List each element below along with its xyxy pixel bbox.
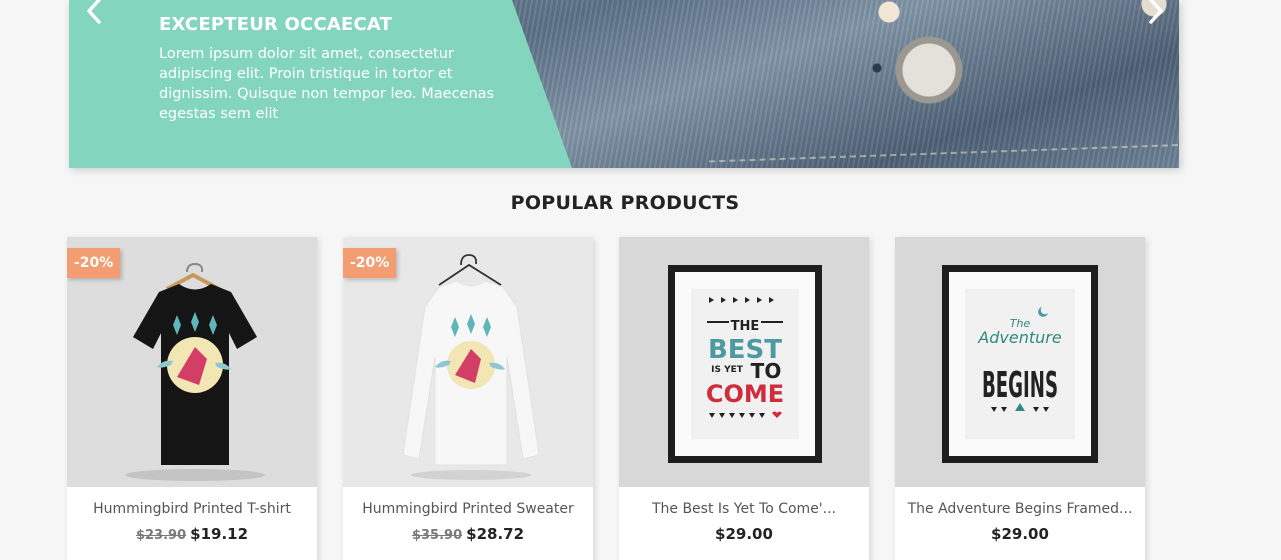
section-title: POPULAR PRODUCTS xyxy=(510,192,740,214)
poster-text-come: COME xyxy=(706,380,784,408)
product-image-black-tshirt[interactable]: -20% xyxy=(67,237,317,487)
regular-price: $23.90 xyxy=(135,528,187,543)
poster-text-the: THE xyxy=(731,319,760,334)
product-price: $29.00 xyxy=(715,525,773,543)
hero-text: Lorem ipsum dolor sit amet, consectetur … xyxy=(159,46,495,122)
product-price-row: $29.00 xyxy=(619,525,869,543)
product-image-white-sweater[interactable]: -20% xyxy=(343,237,593,487)
product-card[interactable]: THE BEST IS YET TO COME The Best Is Yet … xyxy=(619,237,869,560)
product-price-row: $29.00 xyxy=(895,525,1145,543)
product-info: Hummingbird Printed T-shirt $23.90 $19.12 xyxy=(67,487,317,560)
product-price: $28.72 xyxy=(466,525,525,543)
product-price-row: $23.90 $19.12 xyxy=(67,525,317,543)
slider-next-arrow-icon[interactable] xyxy=(1143,0,1169,26)
discount-badge: -20% xyxy=(67,248,121,278)
product-image-framed-poster[interactable]: THE BEST IS YET TO COME xyxy=(619,237,869,487)
product-name[interactable]: The Adventure Begins Framed... xyxy=(895,501,1145,517)
hero-slider[interactable]: EXCEPTEUR OCCAECAT Lorem ipsum dolor sit… xyxy=(69,0,1179,168)
product-price: $19.12 xyxy=(190,525,249,543)
product-card[interactable]: The Adventure BEGINS The Adventure Begin… xyxy=(895,237,1145,560)
product-name[interactable]: Hummingbird Printed Sweater xyxy=(343,501,593,517)
slider-prev-arrow-icon[interactable] xyxy=(81,0,107,26)
discount-badge: -20% xyxy=(343,248,397,278)
regular-price: $35.90 xyxy=(411,528,463,543)
product-card[interactable]: -20% Hummingbird Printed Sweater $35.90 $… xyxy=(343,237,593,560)
product-info: The Best Is Yet To Come'... $29.00 xyxy=(619,487,869,560)
product-name[interactable]: The Best Is Yet To Come'... xyxy=(619,501,869,517)
product-price-row: $35.90 $28.72 xyxy=(343,525,593,543)
hero-title: EXCEPTEUR OCCAECAT xyxy=(159,14,393,35)
product-info: Hummingbird Printed Sweater $35.90 $28.72 xyxy=(343,487,593,560)
poster-text-is-yet: IS YET xyxy=(711,365,744,375)
product-image-framed-poster[interactable]: The Adventure BEGINS xyxy=(895,237,1145,487)
poster-text-begins: BEGINS xyxy=(982,365,1058,406)
product-price: $29.00 xyxy=(991,525,1049,543)
product-name[interactable]: Hummingbird Printed T-shirt xyxy=(67,501,317,517)
page: EXCEPTEUR OCCAECAT Lorem ipsum dolor sit… xyxy=(0,0,1281,560)
product-card[interactable]: -20% Hummingbird Printed T-shirt $23.90 $… xyxy=(67,237,317,560)
product-info: The Adventure Begins Framed... $29.00 xyxy=(895,487,1145,560)
poster-text-adventure: Adventure xyxy=(977,328,1062,347)
